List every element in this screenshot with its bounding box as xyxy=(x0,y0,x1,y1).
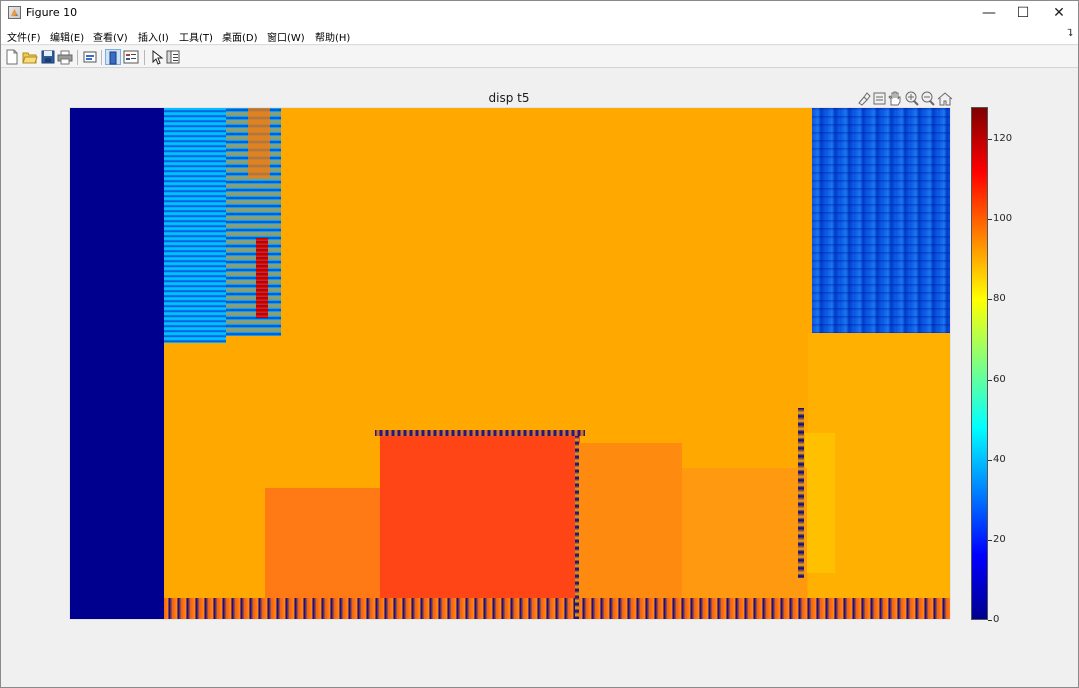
menu-tools[interactable]: 工具(T) xyxy=(179,29,213,44)
right-yellow-strip xyxy=(805,433,835,573)
zoom-out-icon[interactable] xyxy=(921,91,935,106)
edit-plot-icon[interactable] xyxy=(149,49,165,65)
property-inspector-icon[interactable] xyxy=(165,49,181,65)
insert-legend-icon[interactable] xyxy=(123,49,139,65)
print-icon[interactable] xyxy=(57,49,73,65)
new-figure-icon[interactable] xyxy=(4,49,20,65)
figure-window: Figure 10 — ☐ ✕ 文件(F) 编辑(E) 查看(V) 插入(I) … xyxy=(0,0,1079,688)
zoom-in-icon[interactable] xyxy=(905,91,919,106)
toolbar-separator xyxy=(101,50,102,65)
menu-view[interactable]: 查看(V) xyxy=(93,29,128,44)
upper-left-cyan-region xyxy=(164,108,226,343)
pan-icon[interactable] xyxy=(888,91,901,106)
axes-toolbar xyxy=(857,91,953,107)
colorbar-tick xyxy=(988,380,992,381)
close-button[interactable]: ✕ xyxy=(1036,1,1079,26)
box-top-noise-edge xyxy=(375,430,585,436)
insert-colorbar-icon[interactable] xyxy=(105,49,121,65)
box-center-red xyxy=(380,436,580,619)
colorbar-tick-label: 60 xyxy=(993,374,1006,385)
toolbar-separator xyxy=(77,50,78,65)
colorbar-tick-label: 80 xyxy=(993,293,1006,304)
box-side-noise-edge xyxy=(575,436,579,619)
colorbar-tick xyxy=(988,620,992,621)
home-icon[interactable] xyxy=(937,92,953,106)
save-icon[interactable] xyxy=(40,49,56,65)
open-file-icon[interactable] xyxy=(22,49,38,65)
datatip-icon[interactable] xyxy=(873,92,886,105)
figure-canvas[interactable]: disp t5 0 20 40 60 80 100 120 xyxy=(1,69,1078,687)
menu-help[interactable]: 帮助(H) xyxy=(315,29,350,44)
box-right-orange xyxy=(576,443,682,619)
title-bar: Figure 10 — ☐ ✕ xyxy=(1,1,1078,26)
upper-right-blue-noise xyxy=(812,108,950,333)
chevron-double-icon[interactable]: ⮧ xyxy=(1067,28,1073,39)
colorbar-tick-label: 40 xyxy=(993,454,1006,465)
upper-left-red-stripe xyxy=(256,238,268,318)
figure-toolbar xyxy=(1,46,1078,68)
colorbar-tick xyxy=(988,540,992,541)
colorbar-tick-label: 0 xyxy=(993,614,1000,625)
colorbar-tick xyxy=(988,139,992,140)
menu-insert[interactable]: 插入(I) xyxy=(138,29,169,44)
menu-edit[interactable]: 编辑(E) xyxy=(50,29,84,44)
window-title: Figure 10 xyxy=(26,6,78,19)
colorbar-tick xyxy=(988,460,992,461)
colorbar[interactable] xyxy=(971,107,988,620)
colorbar-tick xyxy=(988,299,992,300)
colorbar-tick-label: 20 xyxy=(993,534,1006,545)
toolbar-separator xyxy=(144,50,145,65)
colorbar-tick-label: 120 xyxy=(993,133,1013,144)
colorbar-tick xyxy=(988,219,992,220)
menu-bar: 文件(F) 编辑(E) 查看(V) 插入(I) 工具(T) 桌面(D) 窗口(W… xyxy=(1,26,1078,45)
menu-window[interactable]: 窗口(W) xyxy=(267,29,305,44)
left-zero-band xyxy=(70,108,164,619)
bottom-floor-strip xyxy=(164,598,950,619)
link-plot-icon[interactable] xyxy=(82,49,98,65)
axes-title: disp t5 xyxy=(488,91,530,105)
upper-left-orange-stripe xyxy=(248,108,270,178)
brush-icon[interactable] xyxy=(858,92,871,106)
disparity-image[interactable] xyxy=(69,107,951,620)
matlab-figure-icon xyxy=(8,6,21,19)
colorbar-tick-label: 100 xyxy=(993,213,1013,224)
menu-desktop[interactable]: 桌面(D) xyxy=(222,29,258,44)
menu-file[interactable]: 文件(F) xyxy=(7,29,41,44)
right-noise-edge xyxy=(798,408,804,578)
